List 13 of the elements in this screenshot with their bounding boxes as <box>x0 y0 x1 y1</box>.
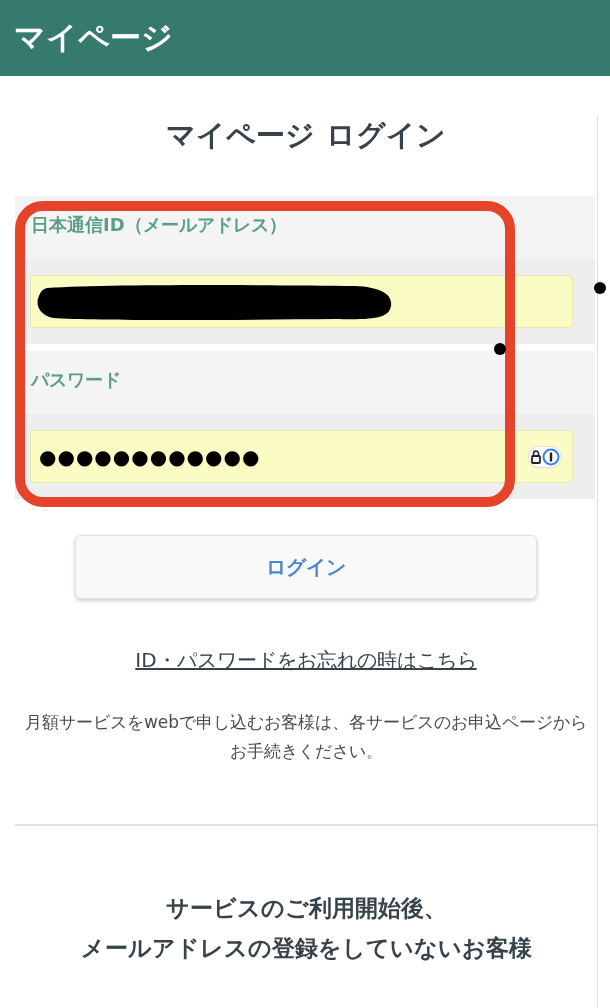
forgot-password-link[interactable]: ID・パスワードをお忘れの時はこちら <box>135 648 477 672</box>
header-title: マイページ <box>14 18 173 57</box>
page-heading: マイページ ログイン <box>165 117 447 154</box>
notice-text: 月額サービスをwebで申し込むお客様は、各サービスのお申込ページからお手続きください。 <box>23 711 589 763</box>
field-label: パスワード <box>31 368 121 392</box>
password-manager-icon[interactable] <box>528 445 562 468</box>
login-button[interactable]: ログイン <box>75 535 537 599</box>
section-heading: サービスのご利用開始後、 メールアドレスの登録をしていないお客様 <box>79 894 533 963</box>
password-value: ●●●●●●●●●●●● <box>39 444 262 469</box>
input-field[interactable] <box>30 275 573 328</box>
input-field[interactable]: ●●●●●●●●●●●● <box>30 430 573 483</box>
dot-mark <box>594 282 606 294</box>
field-label: 日本通信ID（メールアドレス） <box>31 213 287 237</box>
